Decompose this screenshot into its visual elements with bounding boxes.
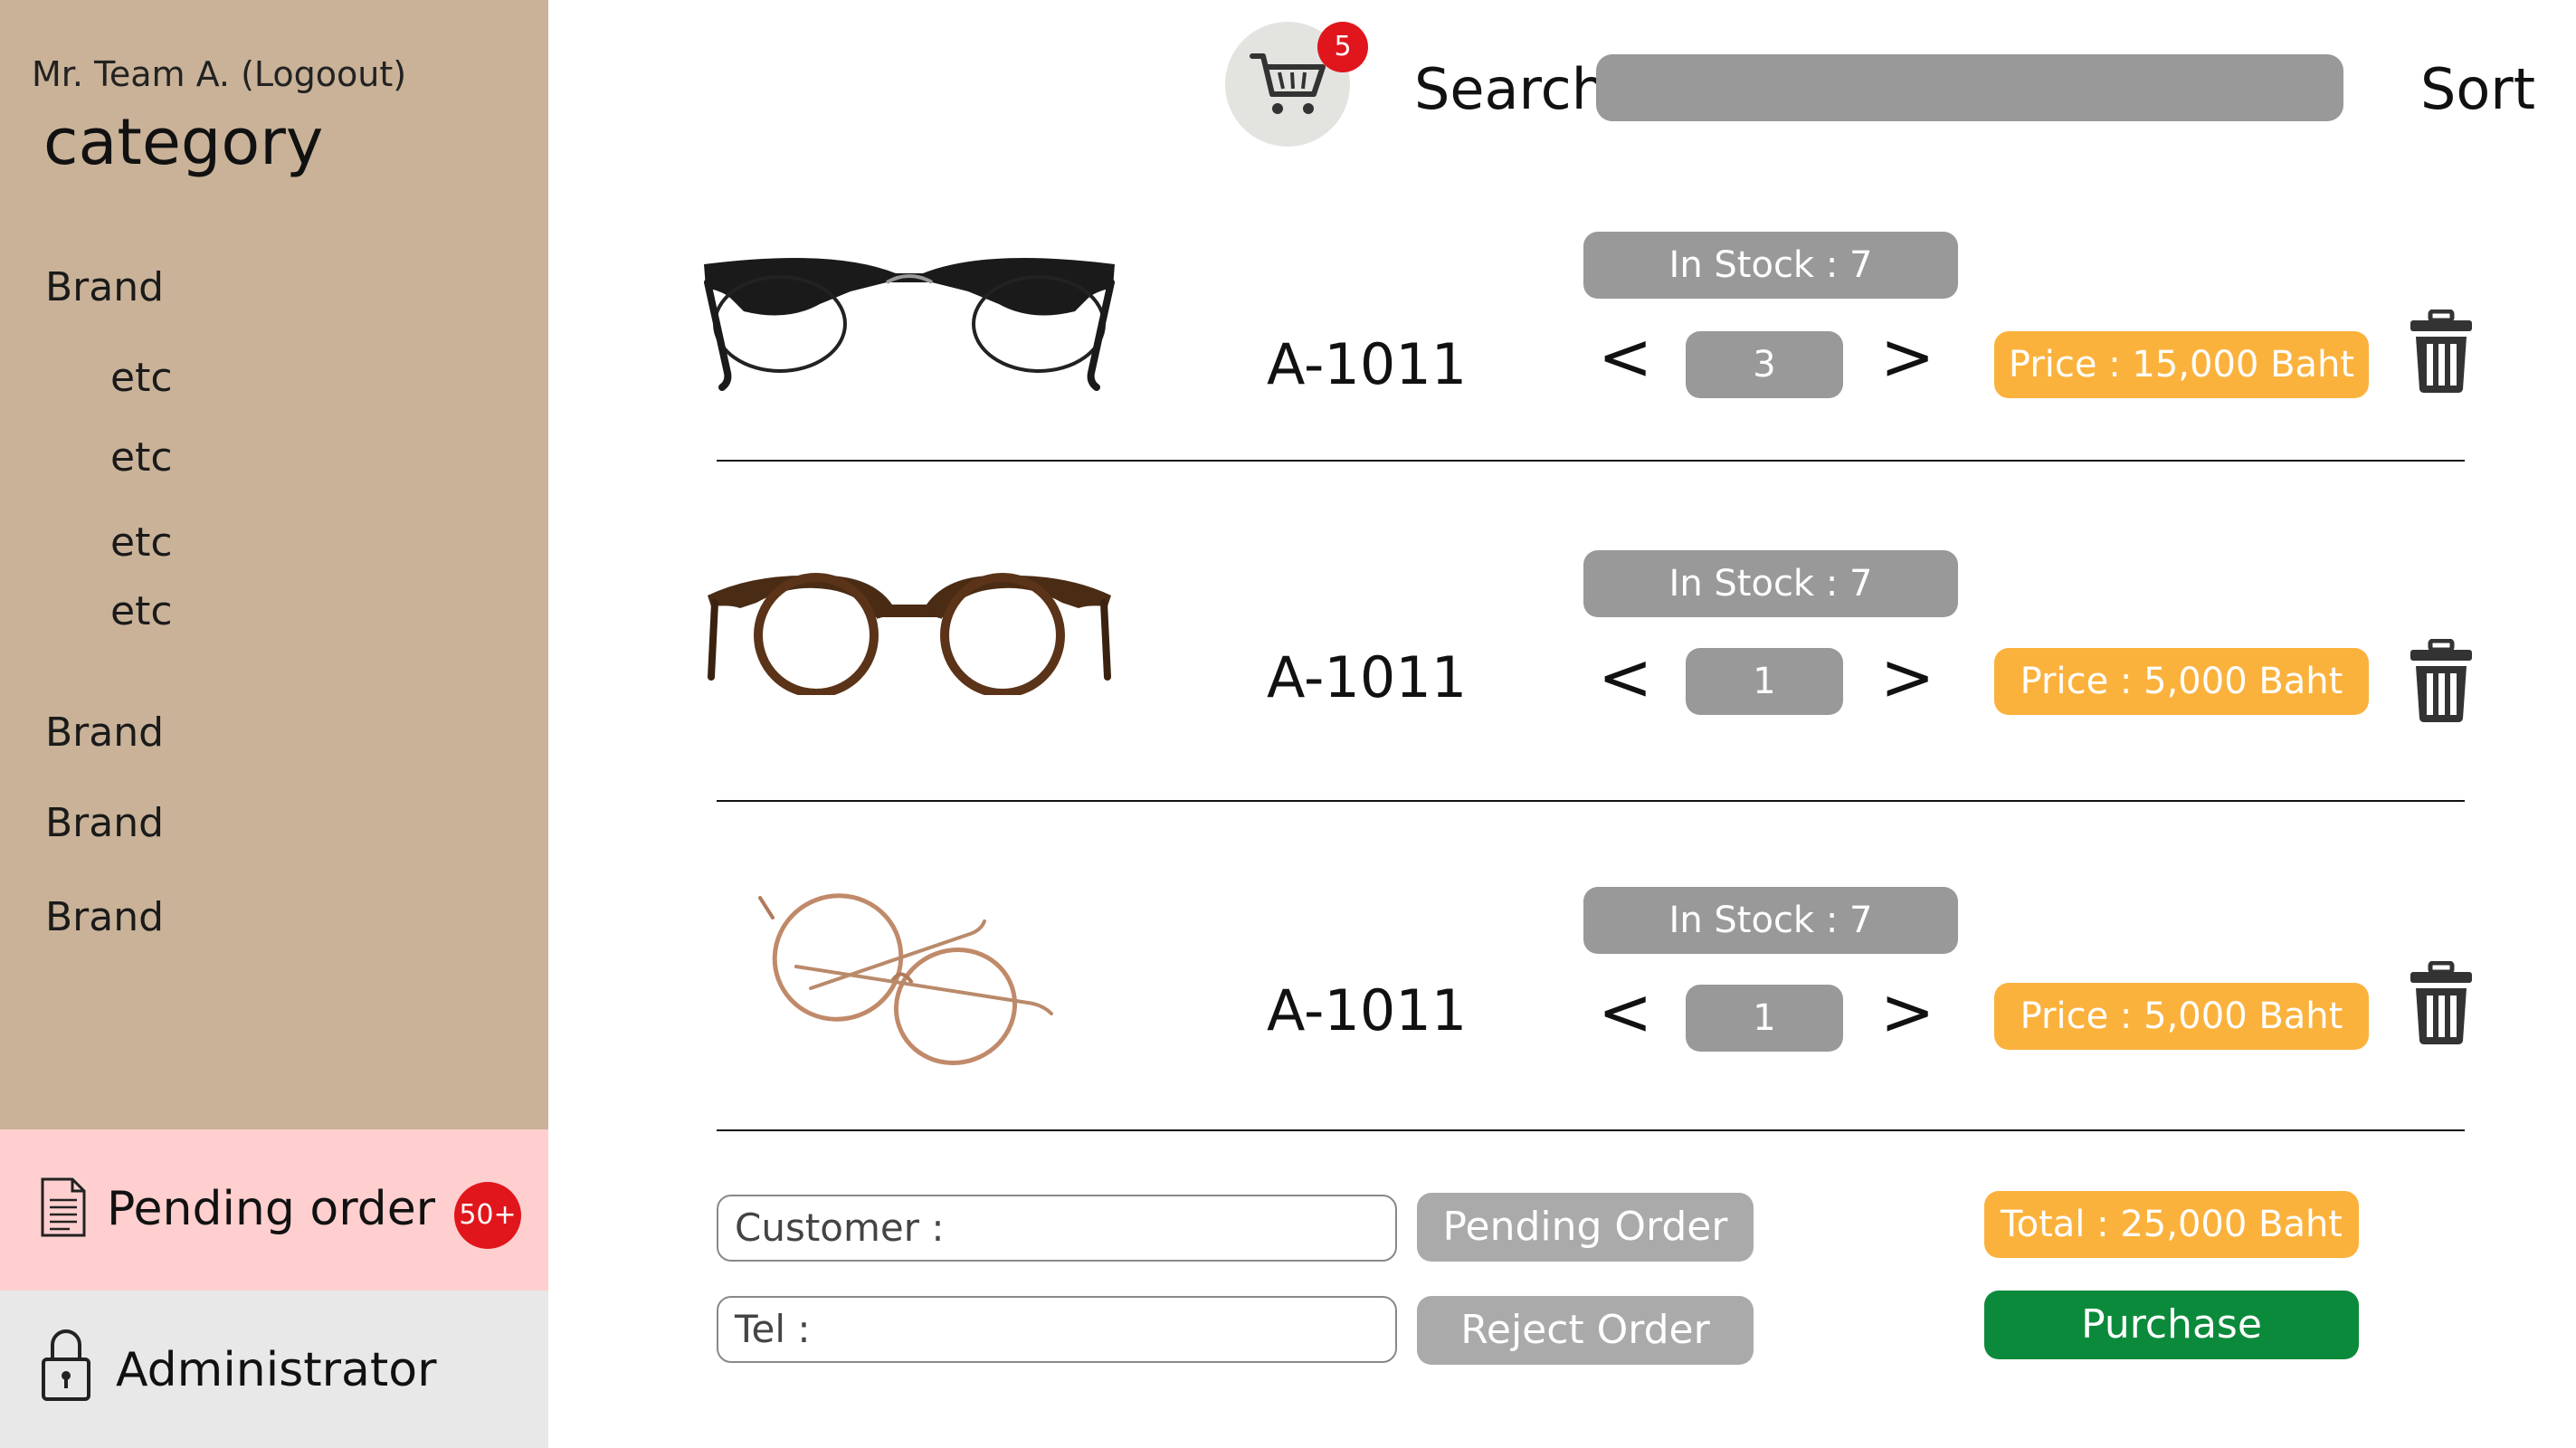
- increase-qty-button[interactable]: >: [1880, 644, 1934, 710]
- sidebar-subitem-etc-4[interactable]: etc: [110, 588, 173, 634]
- stock-badge: In Stock : 7: [1583, 232, 1958, 299]
- search-label: Search: [1414, 56, 1608, 122]
- reject-order-button[interactable]: Reject Order: [1417, 1296, 1754, 1365]
- decrease-qty-button[interactable]: <: [1598, 979, 1652, 1044]
- decrease-qty-button[interactable]: <: [1598, 324, 1652, 389]
- product-image-rose-gold-round: [758, 893, 1053, 1065]
- sidebar-subitem-etc-1[interactable]: etc: [110, 355, 173, 401]
- quantity-input[interactable]: [1686, 331, 1843, 398]
- cart-count-badge: 5: [1317, 22, 1368, 72]
- document-icon: [41, 1177, 86, 1237]
- administrator-label: Administrator: [116, 1343, 437, 1397]
- sidebar-item-brand-1[interactable]: Brand: [45, 264, 164, 310]
- trash-icon[interactable]: [2409, 310, 2474, 395]
- total-badge: Total : 25,000 Baht: [1984, 1191, 2359, 1258]
- price-badge: Price : 5,000 Baht: [1994, 983, 2369, 1050]
- search-input[interactable]: [1596, 54, 2343, 121]
- sidebar-subitem-etc-2[interactable]: etc: [110, 434, 173, 481]
- user-logout-link[interactable]: Mr. Team A. (Logoout): [32, 54, 406, 94]
- row-divider: [717, 460, 2465, 462]
- product-code: A-1011: [1267, 331, 1468, 397]
- category-title: category: [43, 105, 324, 179]
- pending-order-button[interactable]: Pending Order: [1417, 1193, 1754, 1262]
- row-divider: [717, 1129, 2465, 1131]
- purchase-button[interactable]: Purchase: [1984, 1291, 2359, 1359]
- price-badge: Price : 5,000 Baht: [1994, 648, 2369, 715]
- increase-qty-button[interactable]: >: [1880, 979, 1934, 1044]
- cart-icon: [1250, 53, 1326, 114]
- pending-order-label: Pending order: [107, 1182, 436, 1236]
- customer-input[interactable]: [718, 1196, 1395, 1260]
- pending-count-badge: 50+: [454, 1182, 521, 1249]
- sidebar-item-brand-4[interactable]: Brand: [45, 894, 164, 940]
- product-image-black-browline: [704, 257, 1115, 391]
- tel-field[interactable]: Tel :: [717, 1296, 1397, 1363]
- pending-order-nav[interactable]: Pending order 50+: [0, 1129, 548, 1291]
- quantity-input[interactable]: [1686, 985, 1843, 1052]
- product-code: A-1011: [1267, 977, 1468, 1043]
- sidebar: Mr. Team A. (Logoout) category Brand etc…: [0, 0, 548, 1448]
- sidebar-item-brand-2[interactable]: Brand: [45, 710, 164, 756]
- stock-badge: In Stock : 7: [1583, 887, 1958, 954]
- sidebar-item-brand-3[interactable]: Brand: [45, 800, 164, 846]
- quantity-input[interactable]: [1686, 648, 1843, 715]
- row-divider: [717, 800, 2465, 802]
- tel-input[interactable]: [718, 1298, 1395, 1361]
- decrease-qty-button[interactable]: <: [1598, 644, 1652, 710]
- trash-icon[interactable]: [2409, 961, 2474, 1046]
- stock-badge: In Stock : 7: [1583, 550, 1958, 617]
- trash-icon[interactable]: [2409, 639, 2474, 724]
- sidebar-subitem-etc-3[interactable]: etc: [110, 519, 173, 566]
- administrator-nav[interactable]: Administrator: [0, 1291, 548, 1448]
- sort-button[interactable]: Sort: [2420, 56, 2535, 122]
- lock-icon: [42, 1329, 90, 1401]
- price-badge: Price : 15,000 Baht: [1994, 331, 2369, 398]
- product-code: A-1011: [1267, 644, 1468, 710]
- increase-qty-button[interactable]: >: [1880, 324, 1934, 389]
- customer-field[interactable]: Customer :: [717, 1195, 1397, 1262]
- product-image-tortoiseshell-round: [708, 573, 1111, 695]
